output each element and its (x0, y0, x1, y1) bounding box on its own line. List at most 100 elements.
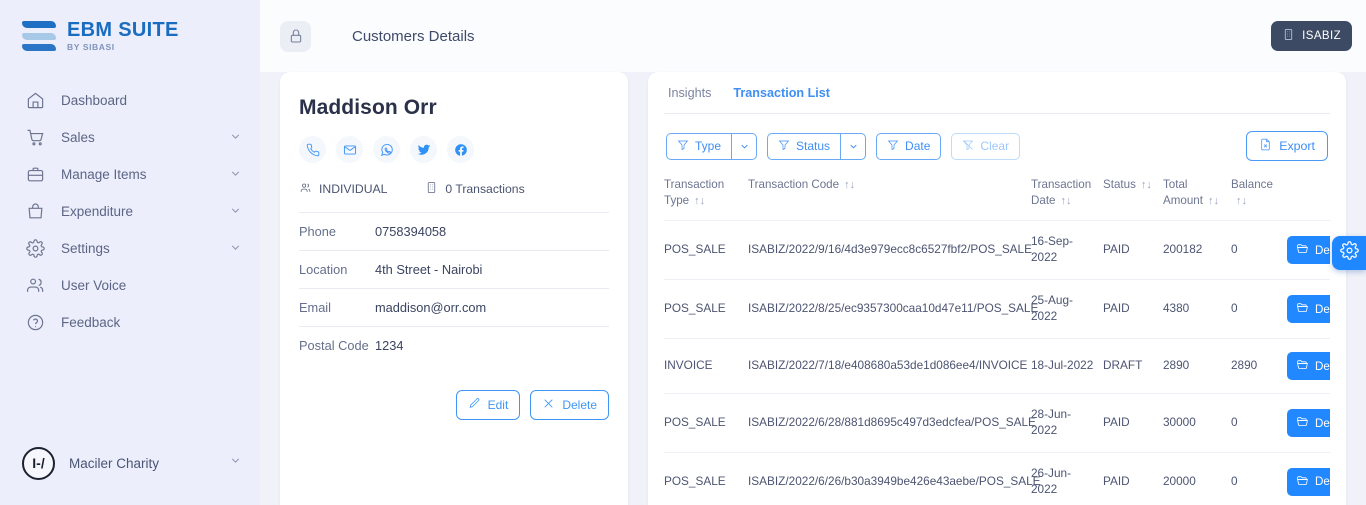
column-header-status[interactable]: Status ↑↓ (1103, 177, 1163, 221)
filter-bar: Type Status Date Clear Export (664, 114, 1330, 161)
sort-icon[interactable]: ↑↓ (694, 194, 705, 209)
panel-tabs: Insights Transaction List (664, 72, 1330, 114)
sort-icon[interactable]: ↑↓ (1141, 178, 1152, 193)
settings-fab-button[interactable] (1332, 236, 1366, 270)
details-button[interactable]: Details (1287, 295, 1330, 324)
details-button-label: Details (1315, 243, 1330, 257)
cell-transaction-date: 28-Jun-2022 (1031, 393, 1103, 453)
sidebar-item-user-voice[interactable]: User Voice (0, 267, 260, 304)
column-header-transaction-type[interactable]: Transaction Type ↑↓ (664, 177, 748, 221)
bag-icon (26, 202, 45, 221)
table-row[interactable]: POS_SALE ISABIZ/2022/6/26/b30a3949be426e… (664, 452, 1330, 505)
page-title: Customers Details (352, 27, 475, 45)
customer-card-actions: Edit Delete (299, 390, 609, 420)
brand-title: EBM SUITE (67, 19, 179, 42)
cell-transaction-type: POS_SALE (664, 220, 748, 280)
folder-icon (1296, 474, 1309, 490)
cell-balance: 0 (1231, 393, 1287, 453)
app-root: EBM SUITE BY SIBASI Dashboard Sales Mana… (0, 0, 1366, 505)
whatsapp-icon[interactable] (373, 136, 400, 163)
filter-type-button[interactable]: Type (666, 132, 732, 160)
cell-transaction-type: POS_SALE (664, 452, 748, 505)
sidebar-item-label: Settings (61, 241, 110, 256)
filter-type-group: Type (666, 132, 758, 160)
filter-status-button[interactable]: Status (767, 132, 841, 160)
cell-transaction-type: POS_SALE (664, 393, 748, 453)
details-button[interactable]: Details (1287, 467, 1330, 496)
cell-total-amount: 20000 (1163, 452, 1231, 505)
org-badge[interactable]: ISABIZ (1271, 21, 1352, 51)
details-button[interactable]: Details (1287, 236, 1330, 265)
sidebar-item-sales[interactable]: Sales (0, 119, 260, 156)
sort-icon[interactable]: ↑↓ (1061, 194, 1072, 209)
brand-logo[interactable]: EBM SUITE BY SIBASI (0, 0, 260, 72)
sort-icon[interactable]: ↑↓ (1208, 194, 1219, 209)
sidebar-item-manage-items[interactable]: Manage Items (0, 156, 260, 193)
sidebar-item-expenditure[interactable]: Expenditure (0, 193, 260, 230)
chevron-down-icon[interactable] (229, 204, 242, 220)
sidebar-user-menu[interactable]: I-/ Maciler Charity (0, 435, 260, 491)
tab-transaction-list[interactable]: Transaction List (733, 86, 830, 113)
lock-icon[interactable] (280, 20, 311, 52)
column-header-total-amount[interactable]: Total Amount ↑↓ (1163, 177, 1231, 221)
twitter-icon[interactable] (410, 136, 437, 163)
customer-social-actions (299, 136, 609, 163)
chevron-down-icon[interactable] (229, 167, 242, 183)
details-button[interactable]: Details (1287, 409, 1330, 438)
customer-meta: INDIVIDUAL 0 Transactions (299, 181, 609, 197)
sidebar-item-settings[interactable]: Settings (0, 230, 260, 267)
file-export-icon (1259, 138, 1272, 154)
cell-transaction-type: INVOICE (664, 338, 748, 394)
pencil-icon (468, 397, 481, 413)
email-icon[interactable] (336, 136, 363, 163)
filter-date-button[interactable]: Date (876, 132, 942, 160)
filter-type-caret[interactable] (731, 132, 758, 160)
cell-balance: 0 (1231, 220, 1287, 280)
export-button[interactable]: Export (1246, 131, 1328, 161)
close-x-icon (542, 397, 555, 413)
avatar: I-/ (22, 446, 55, 480)
sort-icon[interactable]: ↑↓ (1236, 194, 1247, 209)
customer-transactions-label: 0 Transactions (445, 182, 525, 196)
tab-insights[interactable]: Insights (668, 86, 711, 113)
filter-status-caret[interactable] (840, 132, 867, 160)
table-row[interactable]: INVOICE ISABIZ/2022/7/18/e408680a53de1d0… (664, 338, 1330, 394)
export-button-label: Export (1279, 139, 1315, 153)
column-header-balance[interactable]: Balance↑↓ (1231, 177, 1287, 221)
column-header-transaction-date[interactable]: Transaction Date ↑↓ (1031, 177, 1103, 221)
table-row[interactable]: POS_SALE ISABIZ/2022/8/25/ec9357300caa10… (664, 279, 1330, 339)
sort-icon[interactable]: ↑↓ (844, 178, 855, 193)
details-button[interactable]: Details (1287, 352, 1330, 381)
details-button-label: Details (1315, 359, 1330, 373)
cell-status: PAID (1103, 220, 1163, 280)
sidebar-item-feedback[interactable]: Feedback (0, 304, 260, 341)
facebook-icon[interactable] (447, 136, 474, 163)
column-header-transaction-code[interactable]: Transaction Code ↑↓ (748, 177, 1031, 221)
cell-actions: Details (1287, 452, 1330, 505)
people-icon (299, 181, 312, 197)
chevron-down-icon[interactable] (229, 454, 242, 472)
filter-icon (887, 139, 899, 154)
edit-button[interactable]: Edit (455, 390, 521, 420)
cell-status: PAID (1103, 393, 1163, 453)
cell-actions: Details (1287, 393, 1330, 453)
delete-button[interactable]: Delete (530, 390, 609, 420)
table-row[interactable]: POS_SALE ISABIZ/2022/6/28/881d8695c497d3… (664, 393, 1330, 453)
filter-clear-button[interactable]: Clear (951, 132, 1021, 160)
customer-info-list: Phone 0758394058 Location 4th Street - N… (299, 212, 609, 364)
chevron-down-icon[interactable] (229, 241, 242, 257)
filter-off-icon (962, 139, 974, 154)
cell-transaction-code: ISABIZ/2022/7/18/e408680a53de1d086ee4/IN… (748, 338, 1031, 394)
org-badge-label: ISABIZ (1302, 30, 1341, 42)
sidebar-item-dashboard[interactable]: Dashboard (0, 82, 260, 119)
filter-status-group: Status (767, 132, 867, 160)
info-value: 4th Street - Nairobi (375, 262, 483, 277)
table-row[interactable]: POS_SALE ISABIZ/2022/9/16/4d3e979ecc8c65… (664, 220, 1330, 280)
chevron-down-icon[interactable] (229, 130, 242, 146)
transactions-table: Transaction Type ↑↓ Transaction Code ↑↓ Tr… (664, 177, 1330, 505)
sidebar-item-label: User Voice (61, 278, 127, 293)
details-button-label: Details (1315, 475, 1330, 489)
phone-icon[interactable] (299, 136, 326, 163)
customer-transactions-count: 0 Transactions (425, 181, 525, 197)
filter-date-label: Date (905, 139, 931, 153)
